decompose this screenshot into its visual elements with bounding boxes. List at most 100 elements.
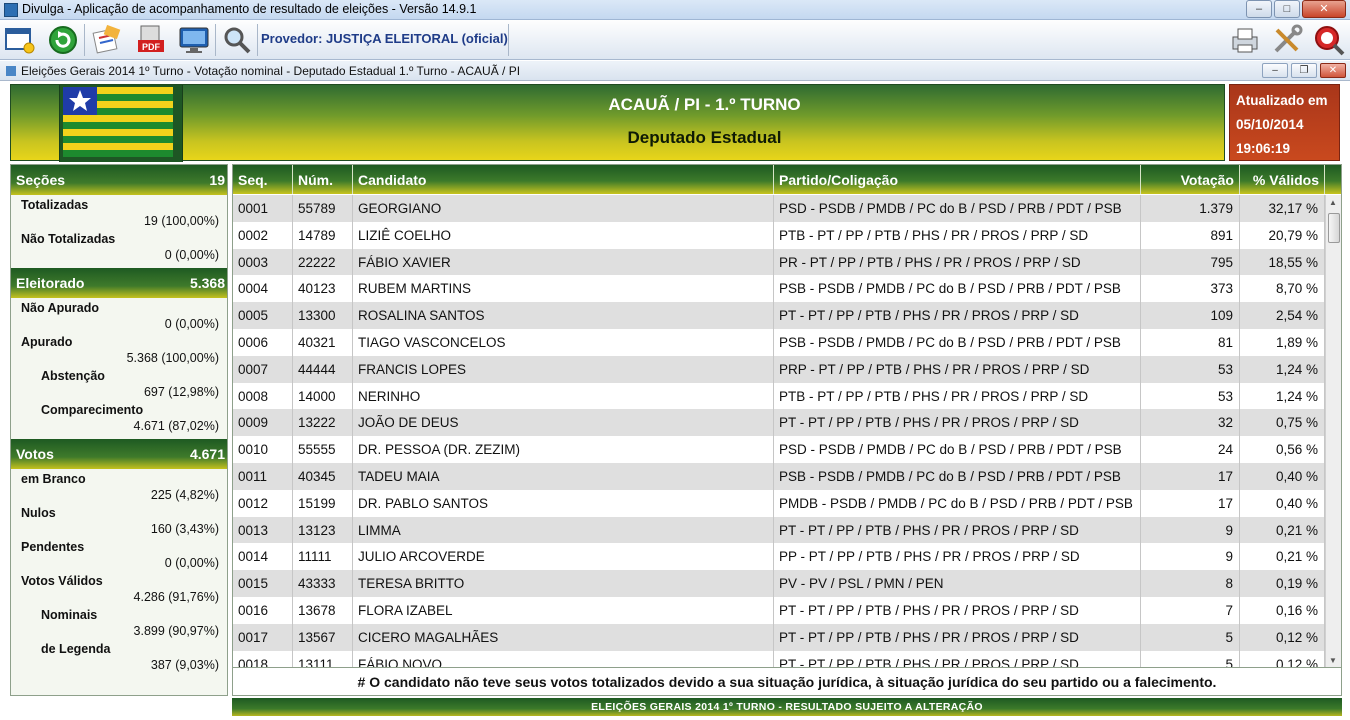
table-row[interactable]: 0010 55555 DR. PESSOA (DR. ZEZIM) PSD - PSD…	[233, 436, 1325, 463]
refresh-button[interactable]	[46, 23, 80, 57]
table-row[interactable]: 0009 13222 JOÃO DE DEUS PT - PT / PP / PTB …	[233, 409, 1325, 437]
column-header-candidate[interactable]: Candidato	[353, 165, 774, 194]
totalizadas-value: 19 (100,00%)	[143, 214, 219, 228]
cell-num: 40345	[293, 462, 353, 490]
pdf-icon: PDF	[138, 25, 164, 52]
monitor-button[interactable]	[177, 23, 211, 57]
table-row[interactable]: 0015 43333 TERESA BRITTO PV - PV / PSL / PM…	[233, 570, 1325, 597]
child-restore-button[interactable]: ❐	[1291, 63, 1317, 78]
cell-seq: 0018	[233, 650, 293, 667]
cell-candidate: DR. PESSOA (DR. ZEZIM)	[353, 436, 774, 463]
comparecimento-label: Comparecimento	[41, 403, 144, 417]
child-close-button[interactable]: ✕	[1320, 63, 1346, 78]
minimize-button[interactable]: –	[1246, 0, 1272, 18]
cell-num: 55555	[293, 436, 353, 463]
scrollbar-thumb[interactable]	[1328, 213, 1340, 243]
table-row[interactable]: 0004 40123 RUBEM MARTINS PSB - PSDB / PMDB …	[233, 275, 1325, 303]
nao-totalizadas-label: Não Totalizadas	[21, 232, 116, 246]
toolbar: PDF Provedor: JUSTIÇA ELEITORAL (oficial…	[0, 20, 1350, 60]
cell-party: PSD - PSDB / PMDB / PC do B / PSD / PRB …	[774, 195, 1141, 222]
window-title-bar: Divulga - Aplicação de acompanhamento de…	[0, 0, 1350, 20]
column-header-percent[interactable]: % Válidos	[1240, 165, 1325, 194]
cell-seq: 0008	[233, 382, 293, 410]
nao-apurado-value: 0 (0,00%)	[164, 317, 219, 331]
footnote: # O candidato não teve seus votos totali…	[232, 668, 1342, 696]
vertical-scrollbar[interactable]: ▲ ▼	[1325, 195, 1341, 667]
cell-num: 11111	[293, 543, 353, 571]
column-header-seq[interactable]: Seq.	[233, 165, 293, 194]
table-row[interactable]: 0012 15199 DR. PABLO SANTOS PMDB - PSDB / P…	[233, 489, 1325, 517]
table-row[interactable]: 0001 55789 GEORGIANO PSD - PSDB / PMDB / PC…	[233, 195, 1325, 222]
votos-header: Votos 4.671	[11, 439, 227, 469]
cell-candidate: CICERO MAGALHÃES	[353, 623, 774, 651]
cell-candidate: RUBEM MARTINS	[353, 275, 774, 303]
child-minimize-button[interactable]: –	[1262, 63, 1288, 78]
cell-seq: 0002	[233, 221, 293, 249]
cell-num: 22222	[293, 248, 353, 276]
secoes-header: Seções 19	[11, 165, 227, 195]
cell-num: 43333	[293, 570, 353, 597]
settings-button[interactable]	[1270, 23, 1304, 57]
new-window-button[interactable]	[3, 23, 37, 57]
cell-candidate: DR. PABLO SANTOS	[353, 489, 774, 517]
monitor-icon	[179, 27, 209, 53]
nao-apurado-label: Não Apurado	[21, 301, 100, 315]
cell-votes: 53	[1141, 382, 1240, 410]
scroll-down-icon[interactable]: ▼	[1329, 656, 1337, 665]
cell-num: 40123	[293, 275, 353, 303]
close-button[interactable]: ✕	[1302, 0, 1346, 18]
cell-percent: 0,12 %	[1240, 650, 1325, 667]
cell-num: 13111	[293, 650, 353, 667]
table-row[interactable]: 0007 44444 FRANCIS LOPES PRP - PT / PP / PT…	[233, 355, 1325, 383]
cell-party: PTB - PT / PP / PTB / PHS / PR / PROS / …	[774, 382, 1141, 410]
cell-percent: 18,55 %	[1240, 248, 1325, 276]
table-row[interactable]: 0013 13123 LIMMA PT - PT / PP / PTB / PHS /…	[233, 516, 1325, 544]
report-button[interactable]	[90, 23, 124, 57]
cell-candidate: TADEU MAIA	[353, 462, 774, 490]
state-flag-icon	[63, 87, 173, 157]
table-row[interactable]: 0016 13678 FLORA IZABEL PT - PT / PP / PTB …	[233, 596, 1325, 624]
cell-candidate: FÁBIO NOVO	[353, 650, 774, 667]
nao-totalizadas-value: 0 (0,00%)	[164, 248, 219, 262]
cell-percent: 0,56 %	[1240, 436, 1325, 463]
table-row[interactable]: 0005 13300 ROSALINA SANTOS PT - PT / PP / P…	[233, 302, 1325, 329]
cell-candidate: GEORGIANO	[353, 195, 774, 222]
eleitorado-header: Eleitorado 5.368	[11, 268, 227, 298]
secoes-title: Seções	[16, 172, 66, 188]
cell-percent: 1,24 %	[1240, 382, 1325, 410]
status-bar: ELEIÇÕES GERAIS 2014 1º TURNO - RESULTAD…	[232, 698, 1342, 716]
cell-seq: 0006	[233, 328, 293, 356]
table-row[interactable]: 0017 13567 CICERO MAGALHÃES PT - PT / PP / …	[233, 623, 1325, 651]
table-row[interactable]: 0008 14000 NERINHO PTB - PT / PP / PTB / PH…	[233, 382, 1325, 410]
print-icon	[1232, 28, 1258, 53]
cell-num: 14000	[293, 382, 353, 410]
column-header-num[interactable]: Núm.	[293, 165, 353, 194]
search-icon	[224, 27, 251, 54]
help-button[interactable]	[1312, 23, 1346, 57]
table-row[interactable]: 0002 14789 LIZIÊ COELHO PTB - PT / PP / PTB…	[233, 221, 1325, 249]
table-row[interactable]: 0018 13111 FÁBIO NOVO PT - PT / PP / PTB / …	[233, 650, 1325, 667]
table-row[interactable]: 0011 40345 TADEU MAIA PSB - PSDB / PMDB / P…	[233, 462, 1325, 490]
cell-votes: 109	[1141, 302, 1240, 329]
pdf-button[interactable]: PDF	[134, 23, 168, 57]
cell-percent: 0,40 %	[1240, 489, 1325, 517]
child-window-title-bar: Eleições Gerais 2014 1º Turno - Votação …	[0, 61, 1350, 81]
cell-party: PT - PT / PP / PTB / PHS / PR / PROS / P…	[774, 623, 1141, 651]
column-header-party[interactable]: Partido/Coligação	[774, 165, 1141, 194]
table-row[interactable]: 0014 11111 JULIO ARCOVERDE PP - PT / PP / P…	[233, 543, 1325, 571]
abstencao-label: Abstenção	[41, 369, 105, 383]
cell-seq: 0010	[233, 436, 293, 463]
eleitorado-title: Eleitorado	[16, 275, 85, 291]
table-row[interactable]: 0003 22222 FÁBIO XAVIER PR - PT / PP / PTB …	[233, 248, 1325, 276]
cell-percent: 1,89 %	[1240, 328, 1325, 356]
scroll-up-icon[interactable]: ▲	[1329, 198, 1337, 207]
column-header-votes[interactable]: Votação	[1141, 165, 1240, 194]
maximize-button[interactable]: □	[1274, 0, 1300, 18]
votos-validos-label: Votos Válidos	[21, 574, 103, 588]
table-row[interactable]: 0006 40321 TIAGO VASCONCELOS PSB - PSDB / P…	[233, 328, 1325, 356]
header-office: Deputado Estadual	[627, 128, 782, 147]
cell-percent: 20,79 %	[1240, 221, 1325, 249]
print-button[interactable]	[1228, 23, 1262, 57]
cell-seq: 0013	[233, 516, 293, 544]
search-button[interactable]	[220, 23, 254, 57]
